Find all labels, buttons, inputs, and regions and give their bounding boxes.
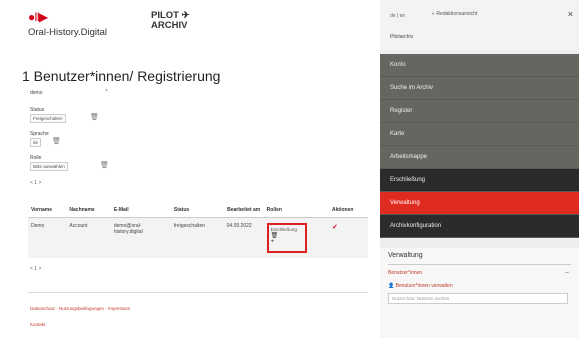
section-item-benutzer[interactable]: Benutzer*innen (388, 270, 422, 276)
trash-icon[interactable]: 🗑 (271, 232, 303, 239)
footer-contact-link[interactable]: Kontakt (30, 322, 45, 327)
archiv-label: ARCHIV (151, 20, 188, 31)
verwaltung-section: Verwaltung Benutzer*innen − 👤 Benutzer*i… (380, 248, 579, 338)
sidebar-item-konto[interactable]: Konto (380, 54, 579, 77)
rolle-label: Rolle (30, 155, 42, 161)
pagination-bottom[interactable]: < 1 > (30, 266, 41, 272)
section-item-verwalten-label: Benutzer*innen verwalten (395, 283, 453, 289)
pagination-top[interactable]: < 1 > (30, 180, 41, 186)
toggle-icon: ◐ (432, 11, 436, 17)
close-icon[interactable]: × (568, 9, 573, 19)
sidebar-top: de | en ◐ Redaktionsansicht × Pilotarchi… (380, 0, 579, 50)
cell-vorname: Demo (31, 223, 45, 229)
footer-divider (28, 292, 368, 293)
roles-highlight[interactable]: Erschließung 🗑 + (266, 223, 307, 253)
sidebar-item-arbeitsmappe[interactable]: Arbeitsmappe (380, 146, 579, 169)
sidebar: de | en ◐ Redaktionsansicht × Pilotarchi… (380, 0, 579, 338)
header: ●II▶ Oral-History.Digital PILOT ✈ ARCHIV (28, 10, 358, 40)
sidebar-item-register[interactable]: Register (380, 100, 579, 123)
status-select[interactable]: Freigeschalten (30, 114, 66, 123)
sprache-select[interactable]: de (30, 138, 42, 147)
col-aktionen: Aktionen (329, 203, 368, 218)
user-search-input[interactable]: Nutzer bzw. Nutzerin suchen (388, 293, 568, 304)
editor-view-toggle[interactable]: ◐ Redaktionsansicht (432, 11, 477, 17)
cell-email: demo@oral-history.digital (113, 223, 143, 235)
page-title: 1 Benutzer*innen/ Registrierung (22, 68, 221, 84)
cell-status: freigeschalten (173, 223, 206, 229)
sidebar-item-karte[interactable]: Karte (380, 123, 579, 146)
section-title: Verwaltung (388, 252, 423, 259)
sidebar-item-erschliessung[interactable]: Erschließung (380, 169, 579, 192)
main-content: ●II▶ Oral-History.Digital PILOT ✈ ARCHIV… (0, 0, 380, 338)
users-table: Vorname Nachname E-Mail Status Bearbeite… (28, 203, 368, 258)
sidebar-item-archivkonfiguration[interactable]: Archivkonfiguration (380, 215, 579, 238)
trash-icon[interactable]: 🗑 (100, 161, 109, 169)
rolle-select[interactable]: Bitte auswählen (30, 162, 68, 171)
footer-links[interactable]: Datenschutz · Nutzungsbedingungen · Impr… (30, 306, 130, 311)
trash-icon[interactable]: 🗑 (52, 137, 61, 145)
collapse-icon[interactable]: − (565, 270, 569, 277)
toggle-label: Redaktionsansicht (436, 11, 478, 17)
clear-name-icon[interactable]: × (105, 88, 108, 94)
check-icon[interactable]: ✓ (332, 224, 338, 231)
archive-logo[interactable]: PILOT ✈ ARCHIV (151, 11, 190, 31)
trash-icon[interactable]: 🗑 (90, 113, 99, 121)
col-status[interactable]: Status (170, 203, 224, 218)
col-rollen: Rollen (263, 203, 330, 218)
add-role-icon[interactable]: + (271, 239, 303, 245)
table-row: Demo Account demo@oral-history.digital f… (28, 217, 368, 259)
archive-subtitle: Pilotarchiv (390, 34, 414, 40)
cell-rollen: Erschließung 🗑 + (264, 218, 329, 259)
sidebar-item-verwaltung[interactable]: Verwaltung (380, 192, 579, 215)
cell-nachname: Account (69, 223, 88, 229)
col-bearbeitet[interactable]: Bearbeitet am (223, 203, 264, 218)
sprache-label: Sprache (30, 131, 49, 137)
language-switcher[interactable]: de | en (390, 13, 405, 19)
section-item-verwalten[interactable]: 👤 Benutzer*innen verwalten (388, 283, 453, 289)
col-vorname[interactable]: Vorname (28, 203, 67, 218)
cell-bearbeitet: 04.09.2022 (226, 223, 252, 229)
filter-name-value[interactable]: demo (30, 90, 43, 96)
status-label: Status (30, 107, 45, 113)
user-icon: 👤 (388, 283, 395, 289)
col-email[interactable]: E-Mail (110, 203, 171, 218)
sidebar-menu: Konto Suche im Archiv Register Karte Arb… (380, 54, 579, 238)
sidebar-item-suche[interactable]: Suche im Archiv (380, 77, 579, 100)
logo-text[interactable]: Oral-History.Digital (28, 27, 107, 38)
cell-aktionen: ✓ (329, 218, 368, 259)
logo-icon[interactable]: ●II▶ (28, 10, 48, 24)
col-nachname[interactable]: Nachname (66, 203, 111, 218)
table-header-row: Vorname Nachname E-Mail Status Bearbeite… (28, 203, 368, 218)
section-divider (388, 264, 571, 265)
